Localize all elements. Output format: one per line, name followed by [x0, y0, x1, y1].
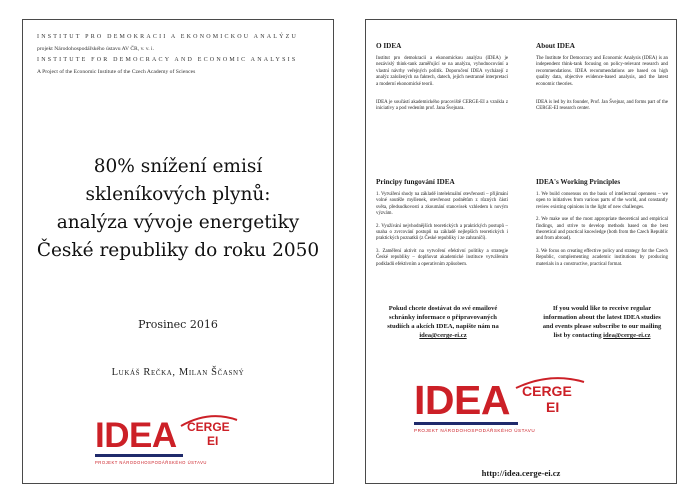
about-paragraph-en: The Institute for Democracy and Economic… — [536, 56, 668, 87]
logo-idea-text: IDEA — [95, 416, 177, 455]
principles-en: IDEA's Working Principles 1. We build co… — [536, 178, 668, 274]
report-title: 80% snížení emisí skleníkových plynů: an… — [27, 153, 329, 265]
title-line: České republiky do roku 2050 — [36, 240, 320, 261]
publication-date: Prosinec 2016 — [138, 318, 218, 331]
title-line: skleníkových plynů: — [85, 184, 271, 205]
logo-subtitle: Projekt Národohospodářského ústavu — [95, 460, 207, 465]
logo-idea-text: IDEA — [414, 377, 510, 423]
principle-item-cz: 1. Vytváření shody na základě intelektuá… — [376, 192, 508, 217]
principle-item-en: 1. We build consensus on the basis of in… — [536, 192, 668, 210]
principles-heading-en: IDEA's Working Principles — [536, 178, 621, 186]
logo-bar — [95, 454, 183, 457]
about-paragraph-en: IDEA is led by its founder, Prof. Jan Šv… — [536, 100, 668, 112]
about-heading-en: About IDEA — [536, 42, 575, 50]
principle-item-en: 2. We make use of the most appropriate t… — [536, 217, 668, 242]
logo-subtitle: Projekt Národohospodářského ústavu — [414, 428, 536, 433]
principle-item-cz: 2. Využívání nejvhodnějších teoretických… — [376, 223, 508, 242]
institute-affiliation-en: A Project of the Economic Institute of t… — [37, 69, 196, 75]
principle-item-en: 3. We focus on creating effective policy… — [536, 248, 668, 267]
cta-text-cz: Pokud chcete dostávat do své emailové sc… — [387, 305, 499, 330]
logo-ei-text: EI — [207, 434, 219, 448]
title-line: analýza vývoje energetiky — [56, 212, 300, 233]
cover-page: Institut pro demokracii a ekonomickou an… — [22, 19, 334, 484]
logo-ei-text: EI — [546, 399, 560, 415]
newsletter-cta-en: If you would like to receive regular inf… — [538, 304, 666, 340]
title-line: 80% snížení emisí — [93, 156, 263, 177]
authors: Lukáš Rečka, Milan Ščasný — [111, 367, 245, 378]
newsletter-cta-cz: Pokud chcete dostávat do své emailové sc… — [384, 304, 502, 340]
institute-name-cz: Institut pro demokracii a ekonomickou an… — [37, 34, 299, 40]
email-link-cz[interactable]: idea@cerge-ei.cz — [419, 332, 466, 339]
principles-cz: Principy fungování IDEA 1. Vytváření sho… — [376, 178, 508, 274]
logo-cerge-text: CERGE — [187, 420, 230, 434]
website-link[interactable]: http://idea.cerge-ei.cz — [366, 468, 676, 478]
logo-cerge-text: CERGE — [522, 383, 572, 399]
email-link-en[interactable]: idea@cerge-ei.cz — [603, 332, 650, 339]
idea-cerge-logo: IDEA CERGE EI Projekt Národohospodářskéh… — [95, 415, 255, 478]
column-cz: O IDEA Institut pro demokracii a ekonomi… — [376, 42, 508, 119]
principle-item-cz: 3. Zaměření aktivit na vytvoření efektiv… — [376, 248, 508, 267]
logo-bar — [414, 422, 518, 425]
institute-name-en: Institute for Democracy and Economic Ana… — [37, 57, 298, 63]
back-page: O IDEA Institut pro demokracii a ekonomi… — [365, 19, 677, 484]
about-paragraph-cz: Institut pro demokracii a ekonomickou an… — [376, 56, 508, 87]
institute-affiliation-cz: projekt Národohospodářského ústavu AV ČR… — [37, 46, 154, 52]
principles-heading-cz: Principy fungování IDEA — [376, 178, 455, 186]
about-heading-cz: O IDEA — [376, 42, 402, 50]
idea-cerge-logo: IDEA CERGE EI Projekt Národohospodářskéh… — [414, 377, 614, 440]
about-paragraph-cz: IDEA je součástí akademického pracoviště… — [376, 100, 508, 112]
column-en: About IDEA The Institute for Democracy a… — [536, 42, 668, 119]
